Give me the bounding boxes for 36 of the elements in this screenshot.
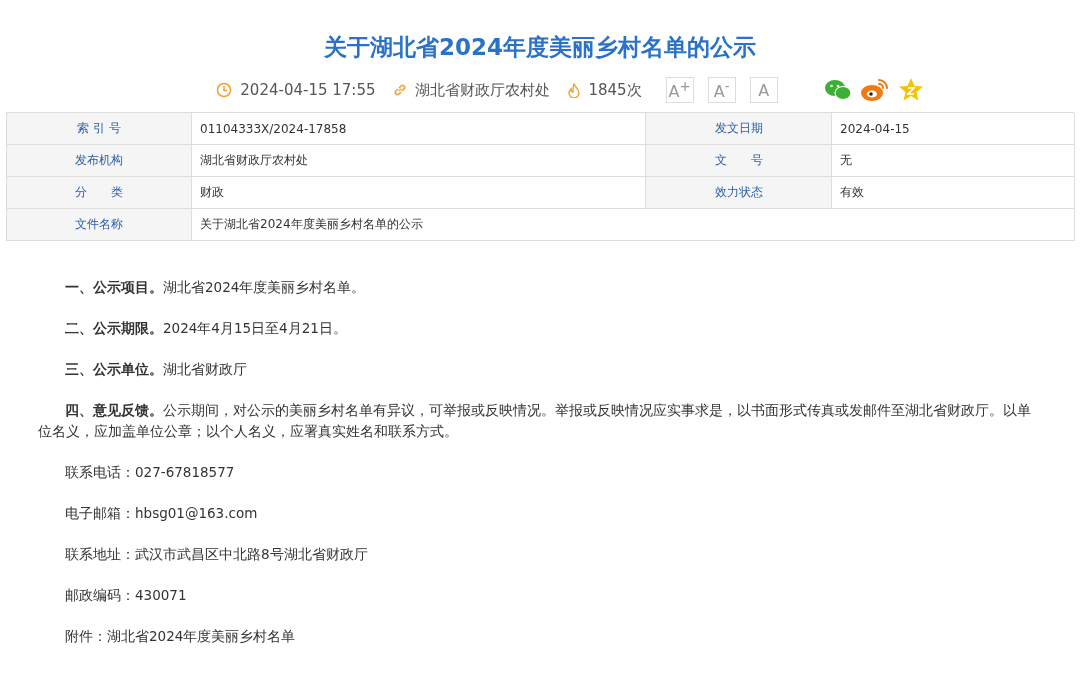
body-paragraph: 联系地址：武汉市武昌区中北路8号湖北省财政厅 bbox=[64, 545, 369, 564]
field-label: 索 引 号 bbox=[7, 113, 192, 145]
font-size-button[interactable]: A$^{-}$ bbox=[707, 77, 736, 103]
field-label: 发布机构 bbox=[7, 145, 192, 177]
body-paragraph: 联系电话：027-67818577 bbox=[64, 463, 236, 482]
field-value: 关于湖北省2024年度美丽乡村名单的公示 bbox=[192, 209, 1075, 241]
body-paragraph: 一、公示项目。湖北省2024年度美丽乡村名单。 bbox=[64, 278, 367, 297]
star-icon[interactable] bbox=[897, 77, 924, 103]
field-value: 无 bbox=[832, 145, 1075, 177]
body-paragraph: 附件：湖北省2024年度美丽乡村名单 bbox=[64, 627, 297, 646]
body-paragraph: 二、公示期限。2024年4月15日至4月21日。 bbox=[64, 319, 348, 338]
field-label: 效力状态 bbox=[646, 177, 832, 209]
body-paragraph: 四、意见反馈。公示期间，对公示的美丽乡村名单有异议，可举报或反映情况。举报或反映情况应实事求是，以书面形式传真或发邮件至湖北省财政厅。以单位名义，应加盖单位公章；以个人名义，应署真实姓名和联系方式。 bbox=[38, 401, 1032, 441]
body-paragraph: 三、公示单位。湖北省财政厅 bbox=[64, 360, 248, 379]
link-icon bbox=[393, 83, 408, 97]
field-label: 发文日期 bbox=[646, 113, 832, 145]
field-value: 2024-04-15 bbox=[832, 113, 1075, 145]
wechat-icon[interactable] bbox=[823, 78, 852, 102]
body-paragraph: 电子邮箱：hbsg01@163.com bbox=[64, 504, 259, 523]
body-paragraph: 邮政编码：430071 bbox=[64, 586, 188, 605]
field-label: 分 类 bbox=[7, 177, 192, 209]
field-value: 财政 bbox=[192, 177, 646, 209]
page-title: 关于湖北省2024年度美丽乡村名单的公示 bbox=[323, 33, 757, 62]
field-value: 湖北省财政厅农村处 bbox=[192, 145, 646, 177]
field-value: 01104333X/2024-17858 bbox=[192, 113, 646, 145]
flame-icon bbox=[568, 82, 581, 98]
clock-icon bbox=[216, 82, 233, 98]
field-label: 文件名称 bbox=[7, 209, 192, 241]
source-text: 湖北省财政厅农村处 bbox=[415, 80, 551, 100]
publish-time: 2024-04-15 17:55 bbox=[240, 81, 376, 99]
font-size-button[interactable]: A$^{+}$ bbox=[665, 77, 694, 103]
view-count: 1845次 bbox=[588, 80, 642, 100]
font-size-button[interactable]: A bbox=[749, 77, 778, 103]
weibo-icon[interactable] bbox=[859, 77, 890, 103]
field-value: 有效 bbox=[832, 177, 1075, 209]
field-label: 文 号 bbox=[646, 145, 832, 177]
